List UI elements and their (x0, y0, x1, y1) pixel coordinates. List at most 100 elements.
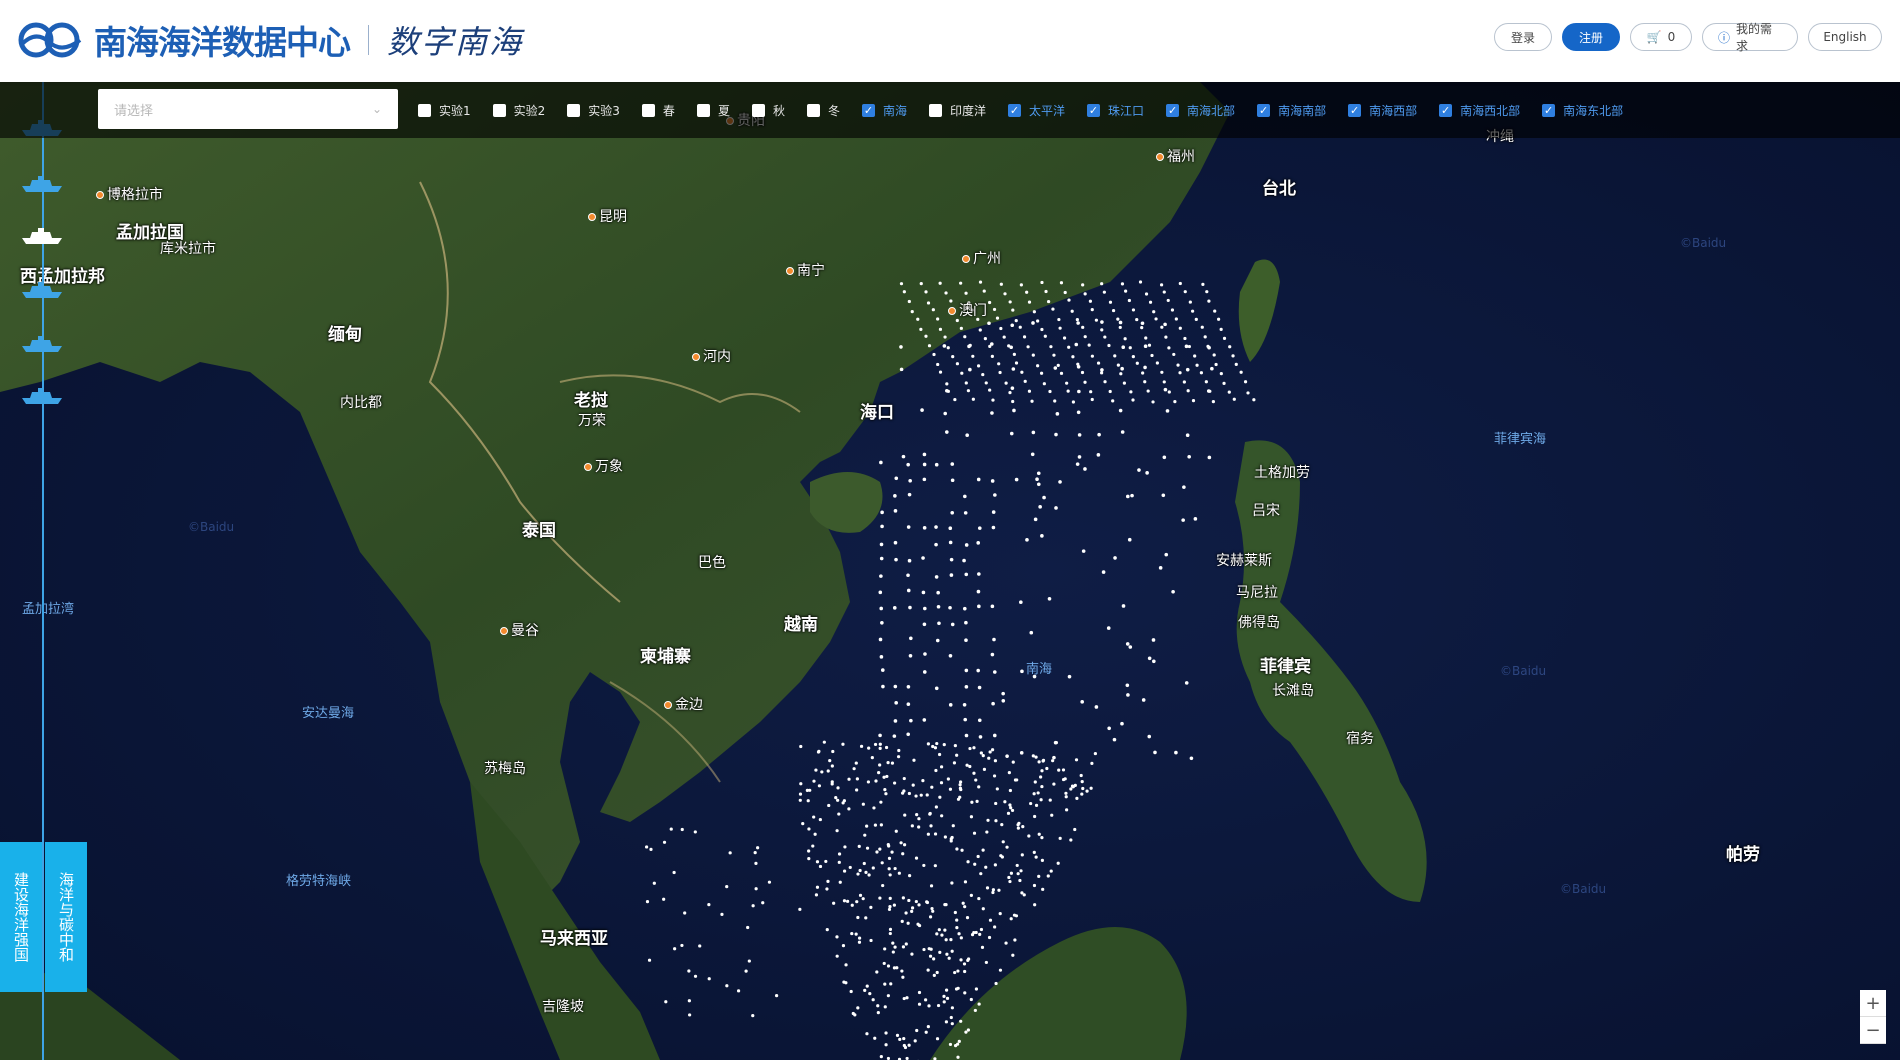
dataset-select[interactable]: 请选择 ⌄ (98, 89, 398, 129)
map-label: 土格加劳 (1254, 465, 1310, 481)
filter-checkbox[interactable]: ✓ 南海北部 (1166, 102, 1235, 119)
register-button[interactable]: 注册 (1562, 23, 1620, 51)
filter-checkbox[interactable]: ✓ 南海西部 (1348, 102, 1417, 119)
filter-checkbox-label: 秋 (772, 103, 785, 118)
site-logo[interactable]: 南海海洋数据中心 数字南海 (18, 16, 523, 64)
filter-checkbox[interactable]: 春 (641, 102, 675, 119)
filter-checkbox[interactable]: 印度洋 (929, 102, 986, 119)
my-needs-button[interactable]: ⓘ 我的需求 (1702, 22, 1798, 53)
map-label: 缅甸 (328, 325, 362, 345)
zoom-control: + − (1860, 990, 1886, 1044)
ship-icon[interactable] (20, 280, 64, 300)
map-label: 南宁 (786, 260, 825, 280)
checkbox-checked-icon: ✓ (1257, 103, 1271, 117)
filter-checkbox[interactable]: 冬 (806, 102, 840, 119)
map-label: 安赫莱斯 (1216, 553, 1272, 569)
filter-checkbox-label: 太平洋 (1029, 103, 1066, 118)
map-canvas[interactable]: 博格拉市 孟加拉国 库米拉市 西孟加拉邦 缅甸 内比都 昆明 贵阳 南宁 广州 … (0, 82, 1900, 1060)
filter-checkbox[interactable]: 实验1 (418, 102, 471, 119)
map-label: 福州 (1156, 146, 1195, 166)
map-watermark: ©Baidu (1680, 236, 1727, 250)
filter-checkbox-label: 南海南部 (1278, 103, 1327, 118)
map-watermark: ©Baidu (1560, 882, 1607, 896)
checkbox-checked-icon: ✓ (1348, 103, 1362, 117)
map-label: 宿务 (1346, 731, 1374, 747)
map-label: 河内 (692, 346, 731, 366)
zoom-out-button[interactable]: − (1860, 1017, 1886, 1044)
checkbox-empty-icon (751, 103, 765, 117)
filter-checkbox[interactable]: ✓ 南海 (861, 102, 907, 119)
ship-icon[interactable] (20, 386, 64, 406)
map-label: 昆明 (588, 206, 627, 226)
filter-checkbox-label: 南海西部 (1369, 103, 1418, 118)
filter-checkbox[interactable]: 实验2 (492, 102, 546, 119)
map-watermark: ©Baidu (188, 520, 235, 534)
top-header: 南海海洋数据中心 数字南海 登录 注册 🛒 0 ⓘ 我的需求 English (0, 0, 1900, 82)
filter-checkbox[interactable]: 实验3 (567, 102, 620, 119)
map-label: 吕宋 (1252, 503, 1280, 519)
map-label: 广州 (962, 248, 1001, 268)
map-label: 曼谷 (500, 620, 539, 640)
map-label: 台北 (1262, 179, 1296, 199)
checkbox-empty-icon (696, 103, 710, 117)
cart-button[interactable]: 🛒 0 (1630, 23, 1692, 51)
checkbox-checked-icon: ✓ (1087, 103, 1101, 117)
language-button[interactable]: English (1808, 23, 1882, 51)
login-button[interactable]: 登录 (1494, 23, 1552, 51)
info-icon: ⓘ (1718, 30, 1731, 45)
map-label: 孟加拉湾 (22, 602, 75, 617)
filter-checkboxes: 实验1 实验2 实验3 春 夏 秋 冬 ✓ 南海 印度洋 ✓ 太平洋 ✓ 珠江口 ✓ 南海北部 ✓ 南海南部 ✓ 南海… (418, 82, 1645, 138)
checkbox-empty-icon (418, 103, 431, 117)
map-label: 安达曼海 (302, 706, 355, 721)
filter-checkbox[interactable]: ✓ 珠江口 (1087, 102, 1144, 119)
filter-checkbox[interactable]: ✓ 南海南部 (1257, 102, 1326, 119)
filter-toolbar: 请选择 ⌄ 实验1 实验2 实验3 春 夏 秋 冬 ✓ 南海 印度洋 ✓ 太平洋 ✓ 珠江口 ✓ 南海北部 ✓ 南… (0, 82, 1900, 138)
map-label: 内比都 (340, 395, 382, 411)
filter-checkbox-label: 南海 (882, 103, 907, 118)
map-watermark: ©Baidu (1500, 664, 1547, 678)
filter-checkbox[interactable]: ✓ 南海西北部 (1439, 102, 1520, 119)
checkbox-checked-icon: ✓ (1166, 103, 1180, 117)
ship-icon-selected[interactable] (20, 226, 64, 246)
map-label: 万荣 (578, 413, 606, 429)
map-label: 菲律宾海 (1494, 432, 1547, 447)
checkbox-empty-icon (567, 103, 581, 117)
side-tabs: 建设海洋强国 海洋与碳中和 (0, 842, 87, 992)
filter-checkbox-label: 印度洋 (950, 103, 987, 118)
map-label: 巴色 (698, 555, 726, 571)
map-label: 库米拉市 (160, 241, 216, 257)
map-label: 柬埔寨 (640, 647, 691, 667)
map-label: 老挝 (574, 391, 608, 411)
filter-checkbox[interactable]: 夏 (696, 102, 730, 119)
map-label: 长滩岛 (1272, 683, 1314, 699)
filter-checkbox-label: 实验2 (513, 103, 546, 118)
ship-icon[interactable] (20, 174, 64, 194)
filter-checkbox[interactable]: ✓ 太平洋 (1008, 102, 1065, 119)
select-placeholder: 请选择 (114, 103, 154, 119)
filter-checkbox[interactable]: ✓ 南海东北部 (1542, 102, 1623, 119)
map-label: 博格拉市 (96, 184, 163, 204)
filter-checkbox-label: 珠江口 (1108, 103, 1145, 118)
map-label: 海口 (860, 403, 894, 423)
map-label: 格劳特海峡 (286, 874, 352, 889)
checkbox-checked-icon: ✓ (1439, 103, 1453, 117)
checkbox-checked-icon: ✓ (861, 103, 875, 117)
map-label: 马来西亚 (540, 929, 608, 949)
checkbox-empty-icon (929, 103, 942, 117)
ship-icon[interactable] (20, 334, 64, 354)
map-label: 苏梅岛 (484, 761, 526, 777)
tab-carbon-neutral[interactable]: 海洋与碳中和 (45, 842, 87, 992)
chevron-down-icon: ⌄ (371, 102, 382, 116)
filter-checkbox[interactable]: 秋 (751, 102, 785, 119)
map-label: 金边 (664, 694, 703, 714)
tab-ocean-power[interactable]: 建设海洋强国 (0, 842, 42, 992)
site-slogan: 数字南海 (387, 23, 524, 61)
filter-checkbox-label: 南海北部 (1187, 103, 1236, 118)
map-label: 菲律宾 (1260, 657, 1311, 677)
map-label: 吉隆坡 (542, 999, 584, 1015)
filter-checkbox-label: 实验3 (588, 103, 620, 118)
map-label: 越南 (784, 615, 818, 635)
logo-mark-icon (18, 22, 82, 58)
zoom-in-button[interactable]: + (1860, 990, 1886, 1017)
filter-checkbox-label: 实验1 (439, 103, 471, 118)
